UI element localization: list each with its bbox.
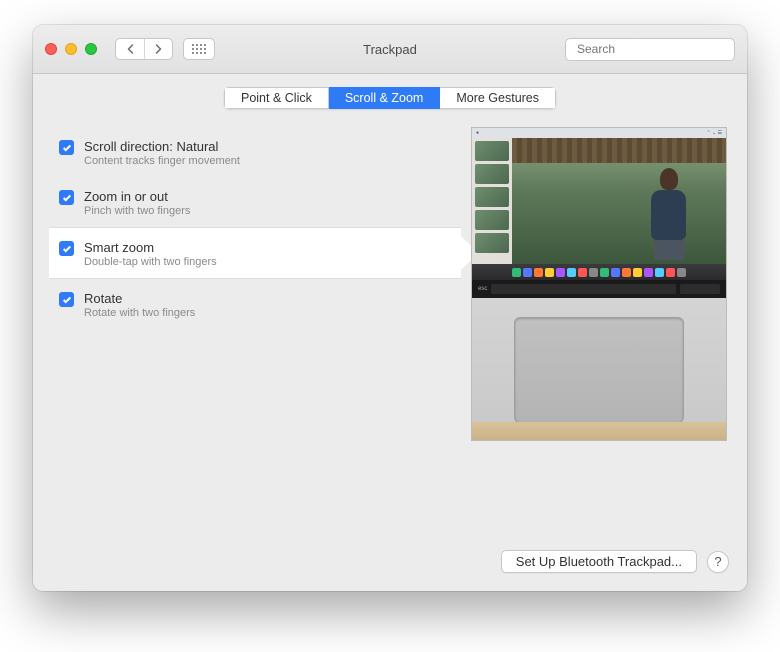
option-zoom[interactable]: Zoom in or out Pinch with two fingers [49, 177, 461, 227]
option-desc: Rotate with two fingers [84, 307, 195, 319]
nav-buttons [115, 38, 173, 60]
tab-scroll-zoom[interactable]: Scroll & Zoom [329, 87, 441, 109]
preview-touchbar: esc [472, 280, 726, 298]
preview-laptop-body [472, 298, 726, 441]
tabs-row: Point & Click Scroll & Zoom More Gesture… [33, 74, 747, 109]
content-area: Point & Click Scroll & Zoom More Gesture… [33, 74, 747, 591]
forward-button[interactable] [144, 39, 172, 59]
preferences-window: Trackpad Point & Click Scroll & Zoom Mor… [33, 25, 747, 591]
option-text: Smart zoom Double-tap with two fingers [84, 240, 217, 268]
checkbox[interactable] [59, 190, 74, 205]
option-label: Smart zoom [84, 240, 217, 255]
body: Scroll direction: Natural Content tracks… [33, 109, 747, 550]
window-controls [45, 43, 97, 55]
option-desc: Content tracks finger movement [84, 155, 240, 167]
back-button[interactable] [116, 39, 144, 59]
show-all-button[interactable] [183, 38, 215, 60]
option-label: Scroll direction: Natural [84, 139, 240, 154]
minimize-button[interactable] [65, 43, 77, 55]
checkbox[interactable] [59, 140, 74, 155]
toolbar: Trackpad [33, 25, 747, 74]
checkbox[interactable] [59, 292, 74, 307]
option-rotate[interactable]: Rotate Rotate with two fingers [49, 279, 461, 329]
search-field[interactable] [565, 38, 735, 61]
preview-sidebar [472, 138, 512, 264]
preview-photo [512, 138, 726, 264]
close-button[interactable] [45, 43, 57, 55]
setup-bluetooth-button[interactable]: Set Up Bluetooth Trackpad... [501, 550, 697, 573]
segmented-control: Point & Click Scroll & Zoom More Gesture… [224, 87, 556, 109]
preview-screen [472, 138, 726, 264]
help-button[interactable]: ? [707, 551, 729, 573]
option-desc: Double-tap with two fingers [84, 256, 217, 268]
zoom-button[interactable] [85, 43, 97, 55]
gesture-preview: ●⌃ ⌄ ☰ esc [471, 127, 727, 441]
option-smart-zoom[interactable]: Smart zoom Double-tap with two fingers [49, 227, 461, 279]
options-list: Scroll direction: Natural Content tracks… [49, 127, 461, 550]
checkbox[interactable] [59, 241, 74, 256]
tab-more-gestures[interactable]: More Gestures [440, 87, 556, 109]
option-desc: Pinch with two fingers [84, 205, 190, 217]
preview-dock [472, 264, 726, 280]
footer: Set Up Bluetooth Trackpad... ? [33, 550, 747, 591]
option-label: Zoom in or out [84, 189, 190, 204]
tab-point-click[interactable]: Point & Click [224, 87, 329, 109]
search-input[interactable] [577, 42, 732, 56]
preview-menubar: ●⌃ ⌄ ☰ [472, 128, 726, 138]
option-text: Scroll direction: Natural Content tracks… [84, 139, 240, 167]
option-label: Rotate [84, 291, 195, 306]
option-text: Rotate Rotate with two fingers [84, 291, 195, 319]
option-scroll-direction[interactable]: Scroll direction: Natural Content tracks… [49, 127, 461, 177]
preview-trackpad [514, 317, 684, 423]
grid-icon [192, 44, 206, 54]
option-text: Zoom in or out Pinch with two fingers [84, 189, 190, 217]
